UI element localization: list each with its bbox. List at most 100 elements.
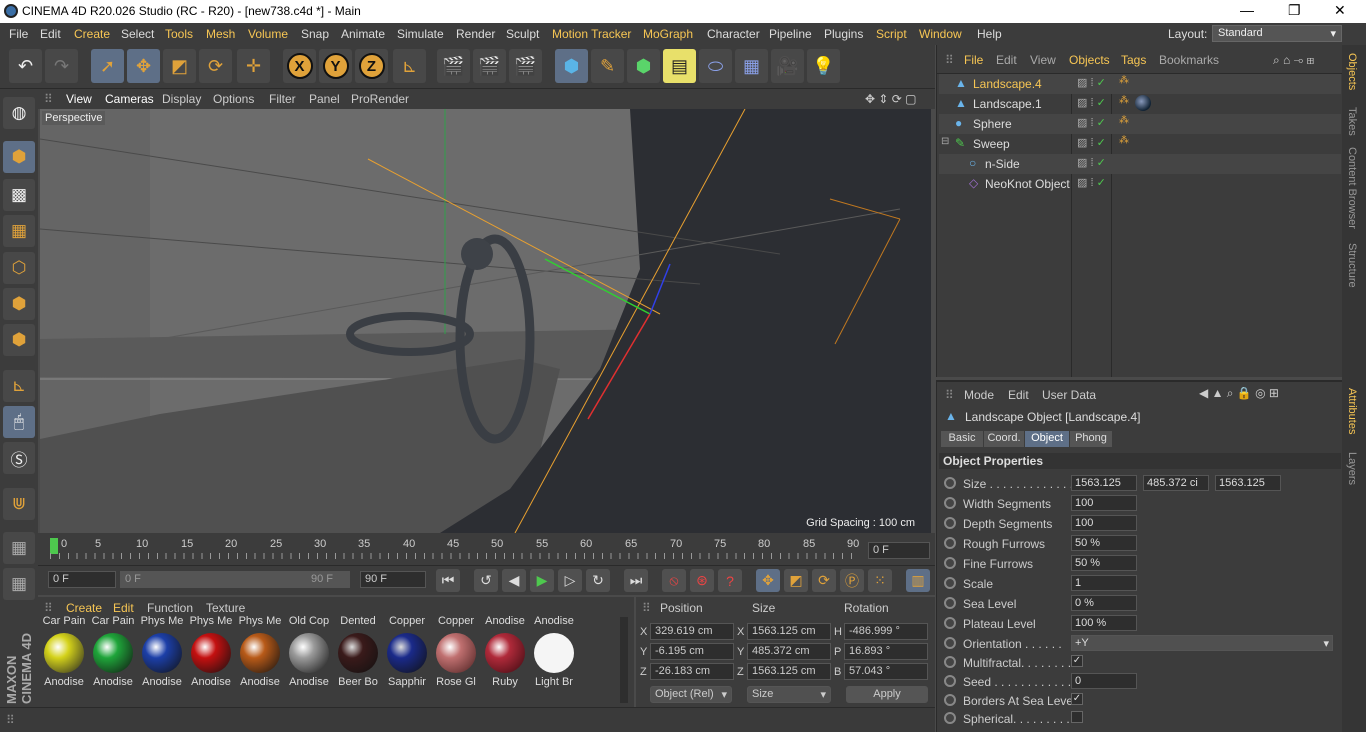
search-icon[interactable]: ⌕ ⌂ ⊸ ⊞ — [1273, 53, 1314, 68]
material-swatch[interactable]: Copper Sapphir — [384, 615, 430, 689]
sidetab-content-browser[interactable]: Content Browser — [1346, 147, 1358, 229]
menu-pipeline[interactable]: Pipeline — [769, 27, 812, 41]
visibility-toggle[interactable]: ▨ ⁞ ✓ — [1077, 76, 1106, 89]
floor-button[interactable]: ▦ — [735, 49, 768, 83]
object-row-sphere[interactable]: ● Sphere ▨ ⁞ ✓ ⁂ — [939, 114, 1341, 134]
size-mode-select[interactable]: Size ▾ — [747, 686, 831, 703]
phong-tag-icon[interactable]: ⁂ — [1119, 75, 1129, 86]
scale-input[interactable]: 1 — [1071, 575, 1137, 591]
size-x-input[interactable]: 1563.125 — [1071, 475, 1137, 491]
material-swatch[interactable]: Anodise Ruby — [482, 615, 528, 689]
y-axis-button[interactable]: Y — [319, 49, 352, 83]
rotation-b-field[interactable]: 57.043 ° — [844, 663, 928, 680]
rotate-button[interactable]: ⟳ — [199, 49, 232, 83]
keyframe-dot[interactable] — [944, 675, 956, 687]
objects-menu-bookmarks[interactable]: Bookmarks — [1159, 53, 1219, 67]
undo-button[interactable]: ↶ — [9, 49, 42, 83]
timeline-view-button[interactable]: ▥ — [906, 569, 930, 592]
material-swatch[interactable]: Anodise Light Br — [531, 615, 577, 689]
menu-mograph[interactable]: MoGraph — [643, 27, 693, 41]
objects-menu-view[interactable]: View — [1030, 53, 1056, 67]
phong-tag-icon[interactable]: ⁂ — [1119, 95, 1129, 106]
material-swatch[interactable]: Copper Rose Gl — [433, 615, 479, 689]
z-axis-button[interactable]: Z — [355, 49, 388, 83]
collapse-icon[interactable]: ⊟ — [941, 136, 949, 147]
cube-button[interactable]: ⬢ — [555, 49, 588, 83]
rotation-h-field[interactable]: -486.999 ° — [844, 623, 928, 640]
close-button[interactable]: ✕ — [1334, 2, 1346, 19]
end-frame-field[interactable]: 90 F — [360, 571, 426, 588]
key-rotation-button[interactable]: ⟳ — [812, 569, 836, 592]
menu-volume[interactable]: Volume — [248, 27, 288, 41]
goto-start-button[interactable]: ⏮ — [436, 569, 460, 592]
objects-menu-file[interactable]: File — [964, 53, 983, 67]
viewport-menu-options[interactable]: Options — [213, 92, 254, 106]
viewport-nav-icon[interactable]: ✥ ⇕ ⟳ ▢ — [865, 92, 917, 106]
render-view-button[interactable]: 🎬 — [437, 49, 470, 83]
sea-level-input[interactable]: 0 % — [1071, 595, 1137, 611]
viewport-menu-panel[interactable]: Panel — [309, 92, 340, 106]
render-settings-button[interactable]: 🎬 — [509, 49, 542, 83]
keyframe-dot[interactable] — [944, 477, 956, 489]
coord-mode-select[interactable]: Object (Rel) ▾ — [650, 686, 732, 703]
seed-input[interactable]: 0 — [1071, 673, 1137, 689]
deformer-button[interactable]: ⬭ — [699, 49, 732, 83]
keyframe-dot[interactable] — [944, 537, 956, 549]
make-editable-button[interactable]: ◍ — [3, 97, 35, 129]
attributes-menu-mode[interactable]: Mode — [964, 388, 994, 402]
keyframe-dot[interactable] — [944, 557, 956, 569]
minimize-button[interactable]: — — [1240, 2, 1254, 18]
menu-mesh[interactable]: Mesh — [206, 27, 235, 41]
viewport-menu-filter[interactable]: Filter — [269, 92, 296, 106]
menu-simulate[interactable]: Simulate — [397, 27, 444, 41]
objects-menu-tags[interactable]: Tags — [1121, 53, 1146, 67]
sidetab-takes[interactable]: Takes — [1346, 107, 1358, 136]
x-axis-button[interactable]: X — [283, 49, 316, 83]
snap-button[interactable]: Ⓢ — [3, 442, 35, 474]
prev-frame-button[interactable]: ◀ — [502, 569, 526, 592]
visibility-toggle[interactable]: ▨ ⁞ ✓ — [1077, 176, 1106, 189]
size-x-field[interactable]: 1563.125 cm — [747, 623, 831, 640]
maximize-button[interactable]: ❐ — [1288, 2, 1301, 19]
workplane-align-button[interactable]: ▦ — [3, 568, 35, 600]
tab-coord[interactable]: Coord. — [984, 431, 1024, 447]
subdivision-button[interactable]: ⬢ — [627, 49, 660, 83]
coordinate-system-button[interactable]: ⊾ — [393, 49, 426, 83]
viewport-menu-view[interactable]: View — [66, 92, 92, 106]
size-y-field[interactable]: 485.372 cm — [747, 643, 831, 660]
material-swatch[interactable]: Phys Me Anodise — [237, 615, 283, 689]
rotation-p-field[interactable]: 16.893 ° — [844, 643, 928, 660]
material-menu-texture[interactable]: Texture — [206, 601, 245, 615]
autokey-button[interactable]: ⊛ — [690, 569, 714, 592]
viewport-menu-display[interactable]: Display — [162, 92, 201, 106]
material-menu-function[interactable]: Function — [147, 601, 193, 615]
keyframe-selection-button[interactable]: ? — [718, 569, 742, 592]
orientation-select[interactable]: +Y ▾ — [1071, 635, 1333, 651]
tweak-mode-button[interactable]: 🖱 — [3, 406, 35, 438]
multifractal-checkbox[interactable]: ✓ — [1071, 655, 1083, 667]
object-row-landscape4[interactable]: ▲ Landscape.4 ▨ ⁞ ✓ ⁂ — [939, 74, 1341, 94]
plateau-level-input[interactable]: 100 % — [1071, 615, 1137, 631]
keyframe-dot[interactable] — [944, 497, 956, 509]
polygons-mode-button[interactable]: ⬢ — [3, 324, 35, 356]
keyframe-dot[interactable] — [944, 637, 956, 649]
play-button[interactable]: ▶ — [530, 569, 554, 592]
tab-object[interactable]: Object — [1025, 431, 1069, 447]
tab-phong[interactable]: Phong — [1070, 431, 1112, 447]
next-key-button[interactable]: ↻ — [586, 569, 610, 592]
keyframe-dot[interactable] — [944, 656, 956, 668]
material-scrollbar[interactable] — [620, 617, 628, 703]
apply-button[interactable]: Apply — [846, 686, 928, 703]
menu-help[interactable]: Help — [977, 27, 1002, 41]
menu-snap[interactable]: Snap — [301, 27, 329, 41]
material-tag-icon[interactable] — [1135, 95, 1151, 111]
edges-mode-button[interactable]: ⬢ — [3, 288, 35, 320]
next-frame-button[interactable]: ▷ — [558, 569, 582, 592]
phong-tag-icon[interactable]: ⁂ — [1119, 115, 1129, 126]
redo-button[interactable]: ↷ — [45, 49, 78, 83]
sidetab-objects[interactable]: Objects — [1346, 53, 1358, 90]
object-row-nside[interactable]: ○ n-Side ▨ ⁞ ✓ — [939, 154, 1341, 174]
goto-end-button[interactable]: ⏭ — [624, 569, 648, 592]
frame-range-slider[interactable]: 0 F 90 F — [120, 571, 350, 588]
material-swatch[interactable]: Dented Beer Bo — [335, 615, 381, 689]
